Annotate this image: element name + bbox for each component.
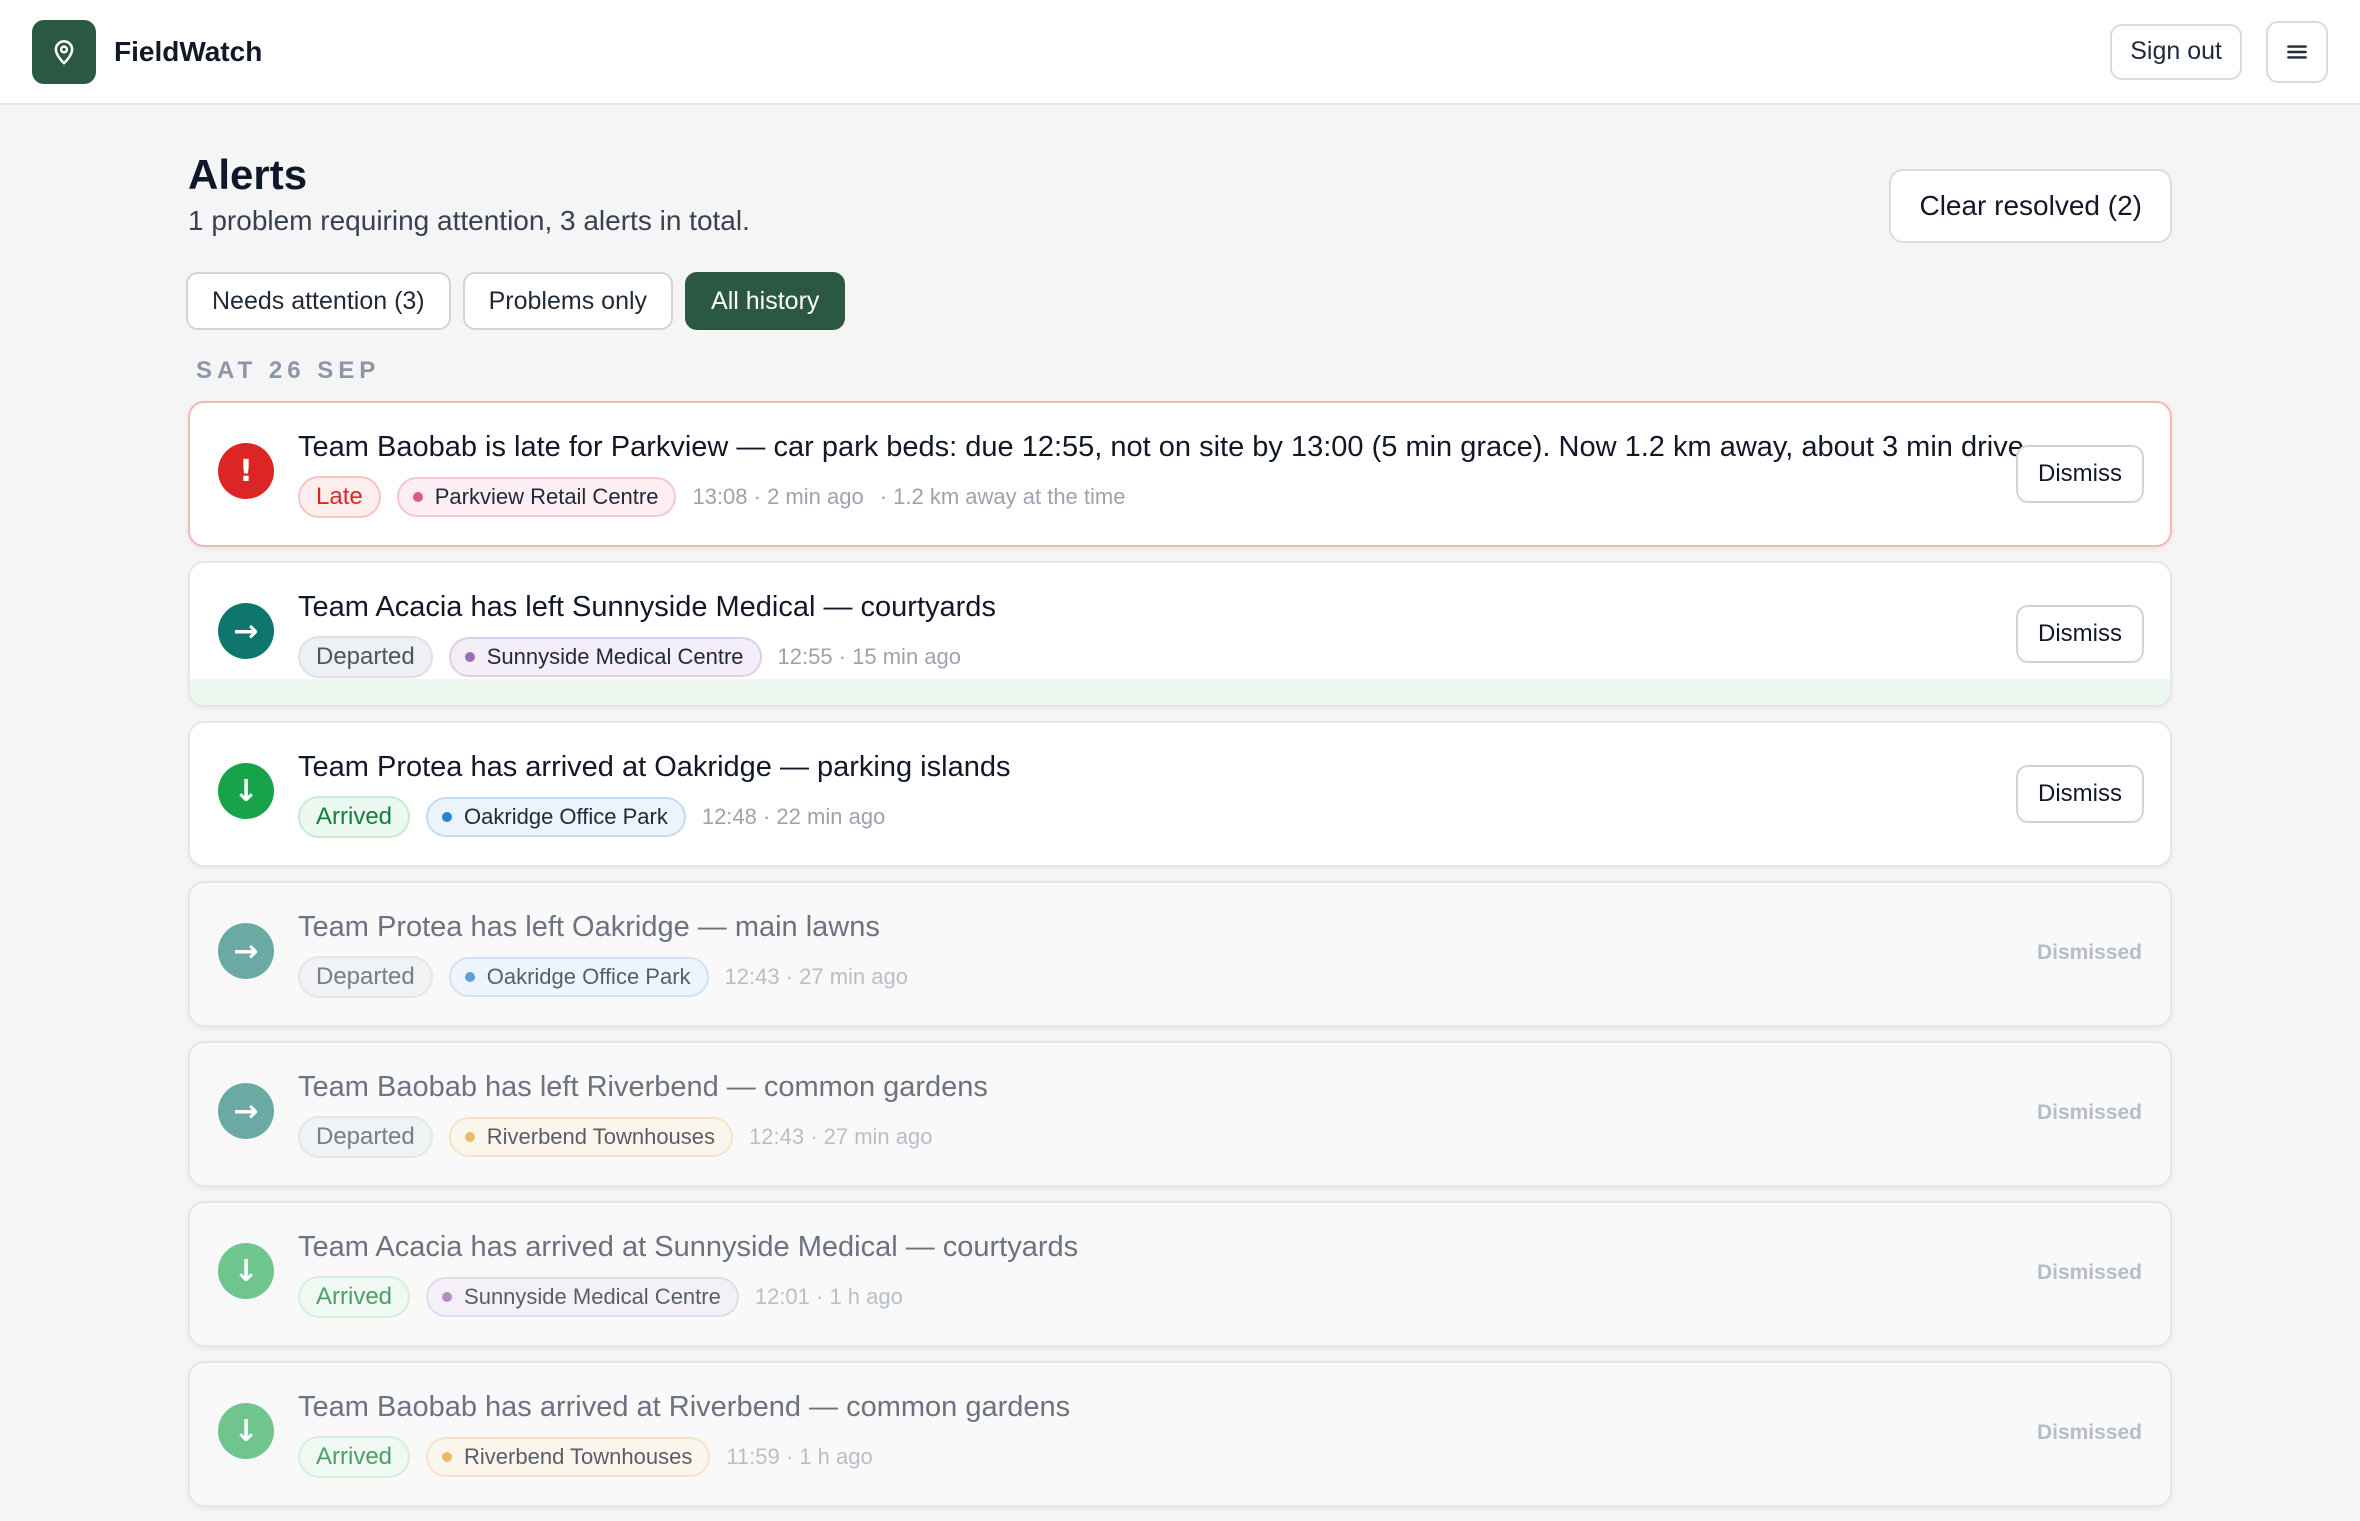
dismiss-button[interactable]: Dismiss [2016, 765, 2144, 823]
alert-timestamp: 13:08 · 2 min ago [692, 484, 864, 509]
alert-card-7: ↓ Team Baobab has arrived at Riverbend —… [188, 1361, 2172, 1507]
dismissed-label: Dismissed [2036, 941, 2142, 964]
site-chip[interactable]: Oakridge Office Park [426, 797, 686, 837]
menu-button[interactable] [2266, 20, 2328, 83]
alert-card-6: ↓ Team Acacia has arrived at Sunnyside M… [188, 1201, 2172, 1347]
alert-timestamp: 12:55 · 15 min ago [777, 644, 962, 669]
alert-card-4: → Team Protea has left Oakridge — main l… [188, 881, 2172, 1027]
site-chip[interactable]: Riverbend Townhouses [448, 1117, 734, 1157]
tab-needs-attention[interactable]: Needs attention (3) [186, 272, 451, 330]
arrow-right-icon: → [218, 1083, 274, 1139]
alert-title: Team Protea has arrived at Oakridge — pa… [298, 751, 1011, 783]
dismissed-label: Dismissed [2036, 1261, 2142, 1284]
status-badge: Arrived [298, 1276, 411, 1318]
site-color-dot [442, 1452, 453, 1462]
clear-resolved-button[interactable]: Clear resolved (2) [1889, 169, 2172, 243]
status-badge: Arrived [298, 796, 411, 838]
alert-title: Team Acacia has arrived at Sunnyside Med… [298, 1231, 1079, 1263]
sign-out-button[interactable]: Sign out [2110, 23, 2242, 80]
alert-details: Arrived Sunnyside Medical Centre 12:01 ·… [298, 1276, 2020, 1318]
alert-timestamp: 12:01 · 1 h ago [754, 1284, 903, 1309]
site-name: Riverbend Townhouses [464, 1444, 693, 1469]
alert-body: Team Acacia has arrived at Sunnyside Med… [298, 1231, 2020, 1318]
alert-body: Team Baobab has arrived at Riverbend — c… [298, 1391, 2020, 1478]
arrow-down-icon: ↓ [218, 1243, 274, 1299]
alert-title: Team Baobab is late for Parkview — car p… [298, 431, 2032, 463]
tab-all-history[interactable]: All history [685, 272, 846, 330]
page-title: Alerts [188, 151, 308, 198]
arrow-down-icon: ↓ [218, 763, 274, 819]
alert-details: Departed Oakridge Office Park 12:43 · 27… [298, 956, 2020, 998]
alert-distance: · 1.2 km away at the time [879, 484, 1126, 509]
app-name: FieldWatch [114, 35, 263, 67]
site-chip[interactable]: Sunnyside Medical Centre [448, 637, 762, 677]
alert-list: ! Team Baobab is late for Parkview — car… [188, 401, 2172, 1521]
hamburger-menu-icon [2287, 44, 2307, 59]
status-badge: Departed [298, 956, 433, 998]
site-chip[interactable]: Riverbend Townhouses [426, 1437, 711, 1477]
status-badge: Departed [298, 636, 433, 678]
app-logo[interactable] [32, 19, 96, 84]
alert-details: Departed Riverbend Townhouses 12:43 · 27… [298, 1116, 2020, 1158]
alert-body: Team Acacia has left Sunnyside Medical —… [298, 591, 2020, 678]
arrow-right-icon: → [218, 603, 274, 659]
alert-details: Late Parkview Retail Centre 13:08 · 2 mi… [298, 476, 2020, 518]
alert-timestamp: 11:59 · 1 h ago [726, 1444, 873, 1469]
site-name: Parkview Retail Centre [434, 484, 659, 509]
dismiss-button[interactable]: Dismiss [2016, 445, 2144, 503]
site-name: Oakridge Office Park [464, 804, 668, 829]
dismissed-label: Dismissed [2036, 1421, 2142, 1444]
top-bar: FieldWatch Sign out [0, 0, 2360, 105]
alert-timestamp: 12:48 · 22 min ago [701, 804, 886, 829]
site-name: Riverbend Townhouses [486, 1124, 716, 1149]
site-name: Oakridge Office Park [486, 964, 691, 989]
site-color-dot [464, 652, 475, 662]
site-name: Sunnyside Medical Centre [464, 1284, 721, 1309]
site-color-dot [442, 1292, 453, 1302]
alert-body: Team Baobab has left Riverbend — common … [298, 1071, 2020, 1158]
site-color-dot [464, 1132, 475, 1142]
alert-timestamp: 12:43 · 27 min ago [724, 964, 908, 989]
status-badge: Departed [298, 1116, 433, 1158]
site-name: Sunnyside Medical Centre [486, 644, 744, 669]
alert-details: Arrived Riverbend Townhouses 11:59 · 1 h… [298, 1436, 2020, 1478]
page-subtitle: 1 problem requiring attention, 3 alerts … [188, 205, 750, 236]
alert-timestamp: 12:43 · 27 min ago [749, 1124, 933, 1149]
alert-card-3: ↓ Team Protea has arrived at Oakridge — … [188, 721, 2172, 867]
site-color-dot [412, 492, 423, 502]
alert-title: Team Protea has left Oakridge — main law… [298, 911, 880, 943]
filter-tabs: Needs attention (3) Problems only All hi… [186, 272, 846, 330]
dismiss-button[interactable]: Dismiss [2016, 605, 2144, 663]
alert-body: Team Protea has arrived at Oakridge — pa… [298, 751, 2020, 838]
status-badge: Late [298, 476, 381, 518]
alert-details: Departed Sunnyside Medical Centre 12:55 … [298, 636, 2020, 678]
map-pin-icon [54, 39, 74, 64]
dismissed-label: Dismissed [2036, 1101, 2142, 1124]
card-footer-strip [190, 679, 2170, 705]
alert-card-1: ! Team Baobab is late for Parkview — car… [188, 401, 2172, 547]
site-chip[interactable]: Oakridge Office Park [448, 957, 709, 997]
alert-title: Team Acacia has left Sunnyside Medical —… [298, 591, 996, 623]
site-color-dot [464, 972, 475, 982]
alert-title: Team Baobab has left Riverbend — common … [298, 1071, 988, 1103]
arrow-right-icon: → [218, 923, 274, 979]
tab-problems-only[interactable]: Problems only [462, 272, 674, 330]
exclamation-icon: ! [218, 443, 274, 499]
alert-body: Team Baobab is late for Parkview — car p… [298, 431, 2032, 518]
alert-body: Team Protea has left Oakridge — main law… [298, 911, 2020, 998]
date-group-heading: SAT 26 SEP [196, 357, 381, 384]
alert-details: Arrived Oakridge Office Park 12:48 · 22 … [298, 796, 2020, 838]
arrow-down-icon: ↓ [218, 1403, 274, 1459]
site-chip[interactable]: Parkview Retail Centre [396, 477, 677, 517]
site-chip[interactable]: Sunnyside Medical Centre [426, 1277, 739, 1317]
site-color-dot [442, 812, 453, 822]
status-badge: Arrived [298, 1436, 411, 1478]
alert-card-5: → Team Baobab has left Riverbend — commo… [188, 1041, 2172, 1187]
alert-card-2: → Team Acacia has left Sunnyside Medical… [188, 561, 2172, 707]
alert-title: Team Baobab has arrived at Riverbend — c… [298, 1391, 1071, 1423]
